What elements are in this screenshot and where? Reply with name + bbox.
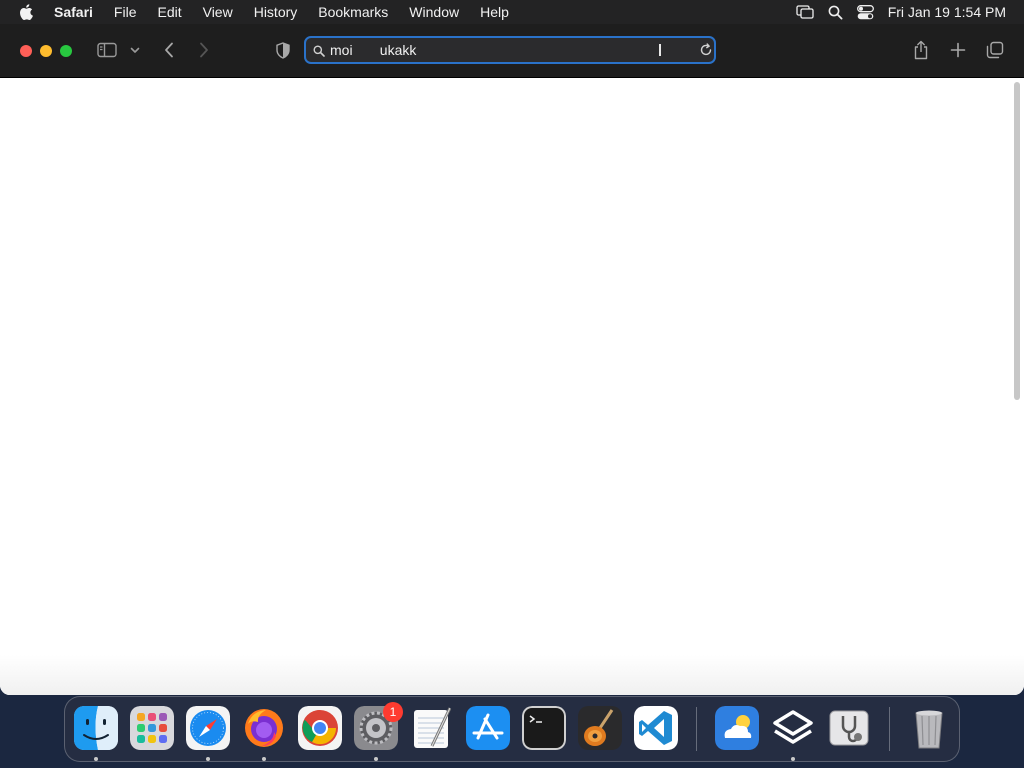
menu-bar: Safari File Edit View History Bookmarks … (0, 0, 1024, 24)
safari-toolbar: moi ukakk (0, 24, 1024, 78)
page-content[interactable] (0, 78, 1024, 695)
dock-app-safari[interactable] (186, 706, 230, 750)
trash-icon (915, 710, 943, 749)
terminal-icon (522, 706, 566, 750)
dock-app-app-store[interactable] (466, 706, 510, 750)
minimize-window-button[interactable] (40, 45, 52, 57)
menu-edit[interactable]: Edit (157, 4, 181, 20)
menu-app-name[interactable]: Safari (54, 4, 93, 20)
dock-separator (696, 707, 697, 751)
textedit-icon (414, 707, 452, 748)
menu-window[interactable]: Window (409, 4, 459, 20)
dock-app-garageband[interactable] (578, 706, 622, 750)
back-icon[interactable] (160, 40, 178, 60)
launchpad-icon (130, 706, 174, 750)
close-window-button[interactable] (20, 45, 32, 57)
menu-bookmarks[interactable]: Bookmarks (318, 4, 388, 20)
firefox-icon (245, 709, 283, 747)
dock (64, 696, 960, 762)
dock-app-terminal[interactable] (522, 706, 566, 750)
dock-app-weather[interactable] (715, 706, 759, 750)
dock-app-finder[interactable] (74, 706, 118, 750)
finder-icon (74, 706, 118, 750)
running-indicator-safari (206, 757, 210, 761)
vertical-scrollbar[interactable] (1014, 82, 1020, 400)
dock-app-textedit[interactable] (410, 706, 454, 750)
search-icon (313, 44, 325, 62)
new-tab-icon[interactable] (948, 40, 968, 60)
privacy-shield-icon[interactable] (274, 40, 292, 60)
menu-history[interactable]: History (254, 4, 298, 20)
address-bar[interactable]: moi ukakk (304, 36, 716, 64)
running-indicator-finder (94, 757, 98, 761)
dock-app-firefox[interactable] (242, 706, 286, 750)
chrome-icon (298, 706, 342, 750)
menu-view[interactable]: View (203, 4, 233, 20)
tab-overview-icon[interactable] (985, 40, 1005, 60)
reload-icon[interactable] (699, 43, 713, 62)
menu-bar-clock[interactable]: Fri Jan 19 1:54 PM (888, 4, 1006, 20)
stethoscope-icon (829, 710, 869, 746)
vscode-icon (634, 706, 678, 750)
apple-menu-icon[interactable] (16, 2, 36, 22)
dock-app-disk-utility[interactable] (827, 706, 871, 750)
running-indicator-firefox (262, 757, 266, 761)
content-bottom-shadow (0, 655, 1024, 695)
chevron-down-icon[interactable] (128, 44, 142, 56)
sidebar-toggle-icon[interactable] (96, 41, 118, 59)
screen-mirroring-icon[interactable] (796, 5, 814, 19)
text-cursor-icon (659, 44, 661, 56)
control-center-icon[interactable] (856, 4, 874, 20)
dock-app-launchpad[interactable] (130, 706, 174, 750)
app-store-icon (466, 706, 510, 750)
safari-compass-icon (186, 706, 230, 750)
share-icon[interactable] (911, 38, 931, 62)
notification-badge: 1 (383, 702, 403, 722)
forward-icon[interactable] (195, 40, 213, 60)
dock-app-chrome[interactable] (298, 706, 342, 750)
address-bar-text[interactable]: moi ukakk (330, 42, 416, 58)
dock-app-vscode[interactable] (634, 706, 678, 750)
running-indicator-system-settings (374, 757, 378, 761)
menu-file[interactable]: File (114, 4, 137, 20)
dock-app-layers[interactable] (771, 706, 815, 750)
guitar-icon (578, 706, 622, 750)
running-indicator-layers (791, 757, 795, 761)
zoom-window-button[interactable] (60, 45, 72, 57)
safari-window: moi ukakk (0, 24, 1024, 695)
dock-trash[interactable] (907, 706, 951, 750)
weather-icon (715, 706, 759, 750)
menu-help[interactable]: Help (480, 4, 509, 20)
dock-separator (889, 707, 890, 751)
layers-icon (773, 710, 813, 744)
spotlight-search-icon[interactable] (828, 5, 843, 20)
